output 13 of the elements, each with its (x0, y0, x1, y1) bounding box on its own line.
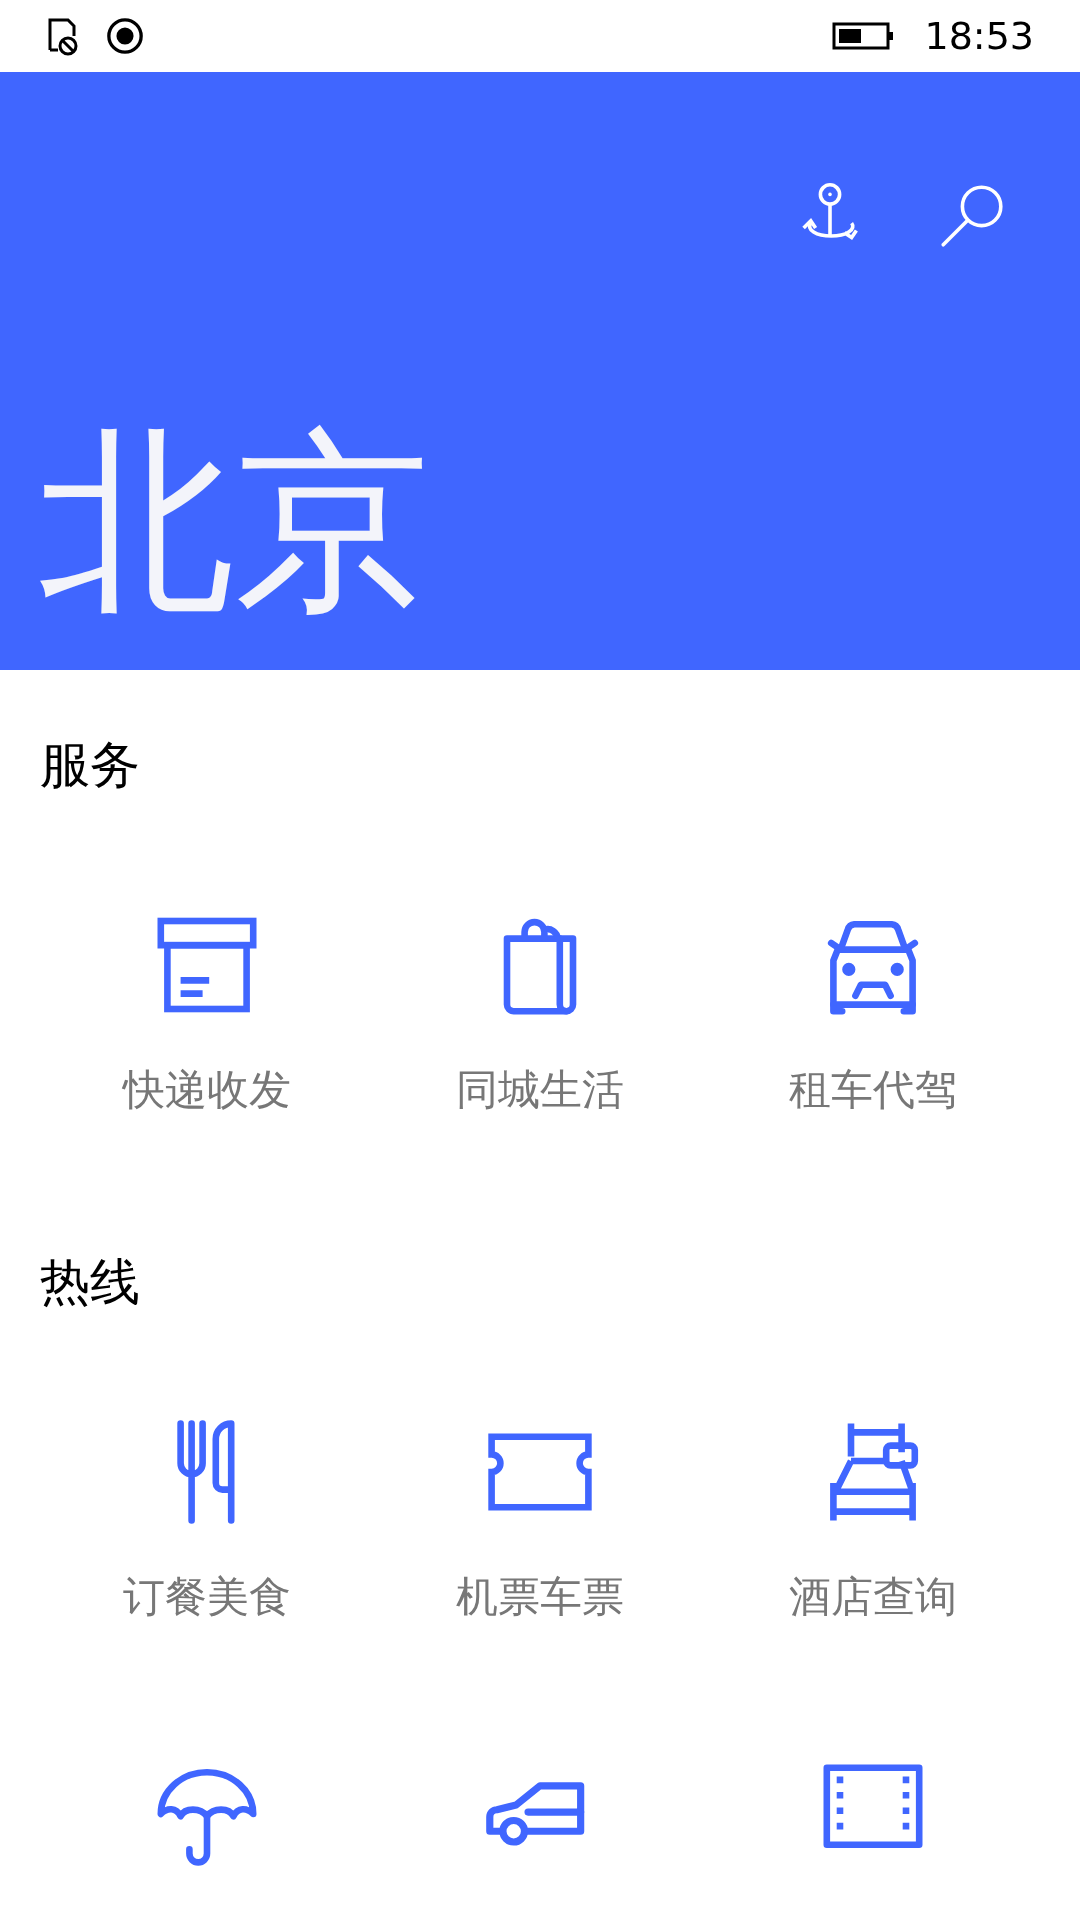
service-label[interactable]: 订餐美食 (122, 1569, 291, 1624)
service-label[interactable]: 酒店查询 (789, 1569, 958, 1624)
service-label[interactable]: 同城生活 (456, 1062, 624, 1117)
no-sim-icon (46, 16, 80, 56)
service-label[interactable]: 租车代驾 (789, 1062, 958, 1117)
service-label[interactable]: 机票车票 (456, 1569, 624, 1624)
section-title: 服务 (40, 735, 141, 796)
section-title: 热线 (40, 1252, 141, 1313)
record-icon (106, 17, 144, 55)
clock-time: 18:53 (924, 12, 1034, 60)
service-label[interactable]: 快递收发 (122, 1062, 291, 1117)
battery-icon (832, 21, 895, 51)
city-title: 北京 (38, 424, 431, 638)
